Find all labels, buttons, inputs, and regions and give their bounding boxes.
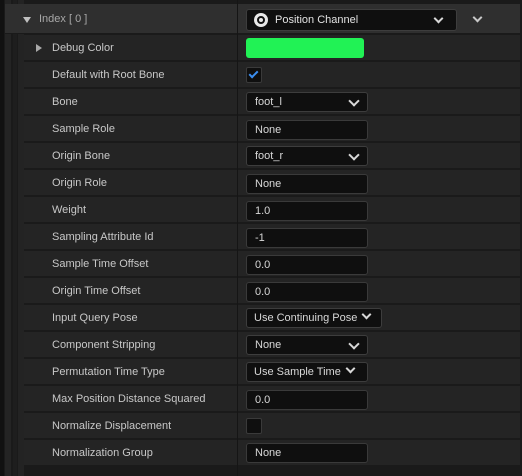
column-splitter[interactable] xyxy=(237,0,238,476)
nesting-gutter xyxy=(5,0,11,476)
property-label: Permutation Time Type xyxy=(52,366,165,378)
property-label: Normalization Group xyxy=(52,447,153,459)
chevron-down-icon xyxy=(348,149,360,161)
origin-bone-combo[interactable]: foot_r xyxy=(246,146,368,166)
chevron-down-icon xyxy=(345,363,356,374)
origin-time-offset-value: 0.0 xyxy=(255,286,271,298)
max-position-distance-squared-input[interactable]: 0.0 xyxy=(246,390,368,410)
property-label: Origin Time Offset xyxy=(52,285,141,297)
normalize-displacement-checkbox[interactable] xyxy=(246,418,262,434)
row-default-with-root-bone: Default with Root Bone xyxy=(24,62,520,88)
chevron-down-icon xyxy=(361,309,372,320)
property-label: Debug Color xyxy=(52,42,114,54)
property-label: Sample Role xyxy=(52,123,115,135)
property-label: Sampling Attribute Id xyxy=(52,231,154,243)
property-label: Max Position Distance Squared xyxy=(52,393,206,405)
sample-role-value: None xyxy=(255,124,282,136)
nesting-gutter xyxy=(13,0,17,476)
property-label: Origin Bone xyxy=(52,150,111,162)
component-stripping-value: None xyxy=(255,339,282,351)
max-position-distance-squared-value: 0.0 xyxy=(255,394,271,406)
sampling-attribute-id-input[interactable]: -1 xyxy=(246,228,368,248)
sample-time-offset-input[interactable]: 0.0 xyxy=(246,255,368,275)
expand-arrow-icon[interactable] xyxy=(36,44,42,52)
details-panel: Index [ 0 ] Position Channel Debug Color… xyxy=(0,0,522,476)
permutation-time-type-combo[interactable]: Use Sample Time xyxy=(246,362,368,382)
property-label: Origin Role xyxy=(52,177,108,189)
chevron-down-icon xyxy=(348,95,360,107)
input-query-pose-combo[interactable]: Use Continuing Pose xyxy=(246,308,382,328)
channel-type-combo[interactable]: Position Channel xyxy=(246,9,457,31)
property-label: Weight xyxy=(52,204,87,216)
origin-role-value: None xyxy=(255,178,282,190)
checkmark-icon xyxy=(248,68,259,79)
bone-value: foot_l xyxy=(255,96,282,108)
property-label: Input Query Pose xyxy=(52,312,138,324)
normalization-group-input[interactable]: None xyxy=(246,443,368,463)
property-label: Component Stripping xyxy=(52,339,156,351)
debug-color-swatch[interactable] xyxy=(246,38,364,58)
channel-icon xyxy=(254,13,268,27)
row-normalize-displacement: Normalize Displacement xyxy=(24,413,520,439)
property-label: Sample Time Offset xyxy=(52,258,149,270)
permutation-time-type-value: Use Sample Time xyxy=(254,366,341,378)
nesting-gutter xyxy=(0,0,4,476)
sampling-attribute-id-value: -1 xyxy=(255,232,265,244)
chevron-down-icon xyxy=(348,338,360,350)
weight-input[interactable]: 1.0 xyxy=(246,201,368,221)
bone-combo[interactable]: foot_l xyxy=(246,92,368,112)
origin-role-input[interactable]: None xyxy=(246,174,368,194)
channel-type-value: Position Channel xyxy=(275,14,359,26)
property-label: Normalize Displacement xyxy=(52,420,172,432)
sample-role-input[interactable]: None xyxy=(246,120,368,140)
sample-time-offset-value: 0.0 xyxy=(255,259,271,271)
property-label: Default with Root Bone xyxy=(52,69,165,81)
weight-value: 1.0 xyxy=(255,205,271,217)
normalization-group-value: None xyxy=(255,447,282,459)
origin-time-offset-input[interactable]: 0.0 xyxy=(246,282,368,302)
default-with-root-bone-checkbox[interactable] xyxy=(246,67,262,83)
property-label: Bone xyxy=(52,96,78,108)
input-query-pose-value: Use Continuing Pose xyxy=(254,312,358,324)
component-stripping-combo[interactable]: None xyxy=(246,335,368,355)
index-label: Index [ 0 ] xyxy=(39,13,88,25)
origin-bone-value: foot_r xyxy=(255,150,284,162)
collapse-arrow-icon[interactable] xyxy=(23,17,31,23)
chevron-down-icon xyxy=(433,13,444,24)
